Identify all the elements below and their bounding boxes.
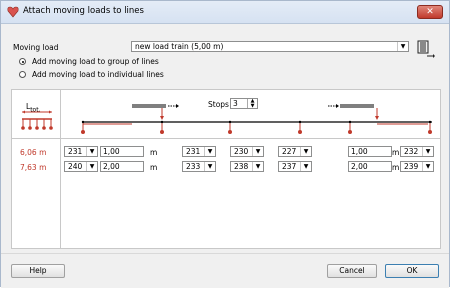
stops-spinner[interactable]: 3 ▲ ▼ — [230, 98, 258, 109]
row-length: 7,63 m — [20, 163, 47, 172]
header-divider — [12, 138, 440, 139]
end-node-select[interactable]: 232 ▼ — [400, 146, 434, 157]
row-length: 6,06 m — [20, 148, 47, 157]
unit-label: m — [150, 148, 158, 157]
chevron-down-icon[interactable]: ▼ — [422, 162, 433, 171]
unit-label: m — [392, 163, 400, 172]
start-node-select[interactable]: 240 ▼ — [64, 161, 98, 172]
moving-load-value: new load train (5,00 m) — [135, 42, 224, 51]
stops-label: Stops — [208, 100, 229, 109]
group-radio[interactable] — [19, 58, 26, 65]
chevron-down-icon[interactable]: ▼ — [252, 147, 263, 156]
unit-label: m — [150, 163, 158, 172]
heart-app-icon — [7, 6, 19, 18]
end-offset-input[interactable]: 2,00 — [348, 161, 392, 172]
lines-panel: Ltot. Stops 3 ▲ ▼ 6,06 m 231 ▼ 1,00 m 23… — [11, 89, 441, 249]
dialog-window: Attach moving loads to lines ✕ Moving lo… — [0, 0, 450, 288]
end-node-select[interactable]: 239 ▼ — [400, 161, 434, 172]
button-bar: Help Cancel OK — [1, 253, 449, 288]
ltot-symbol-icon — [21, 110, 53, 130]
chevron-down-icon[interactable]: ▼ — [397, 42, 408, 51]
node-select[interactable]: 231 ▼ — [182, 146, 216, 157]
load-train-icon[interactable] — [415, 39, 435, 59]
individual-option-label: Add moving load to individual lines — [32, 70, 164, 79]
chevron-down-icon[interactable]: ▼ — [300, 162, 311, 171]
moving-load-select[interactable]: new load train (5,00 m) ▼ — [131, 41, 409, 52]
spin-updown-icon[interactable]: ▲ ▼ — [247, 99, 257, 108]
cancel-button[interactable]: Cancel — [327, 264, 377, 278]
stops-value: 3 — [233, 99, 238, 108]
individual-radio[interactable] — [19, 71, 26, 78]
chevron-down-icon[interactable]: ▼ — [252, 162, 263, 171]
window-title: Attach moving loads to lines — [23, 6, 144, 16]
chevron-down-icon[interactable]: ▼ — [204, 162, 215, 171]
node-select[interactable]: 238 ▼ — [230, 161, 264, 172]
start-node-select[interactable]: 231 ▼ — [64, 146, 98, 157]
panel-divider — [60, 90, 61, 248]
help-button[interactable]: Help — [11, 264, 65, 278]
moving-load-label: Moving load — [13, 43, 59, 52]
node-select[interactable]: 230 ▼ — [230, 146, 264, 157]
chevron-down-icon[interactable]: ▼ — [86, 162, 97, 171]
node-select[interactable]: 237 ▼ — [278, 161, 312, 172]
ok-button[interactable]: OK — [385, 264, 439, 278]
node-select[interactable]: 227 ▼ — [278, 146, 312, 157]
chevron-down-icon[interactable]: ▼ — [300, 147, 311, 156]
start-offset-input[interactable]: 1,00 — [100, 146, 144, 157]
chevron-down-icon[interactable]: ▼ — [422, 147, 433, 156]
start-offset-input[interactable]: 2,00 — [100, 161, 144, 172]
unit-label: m — [392, 148, 400, 157]
group-option-label: Add moving load to group of lines — [32, 57, 159, 66]
end-offset-input[interactable]: 1,00 — [348, 146, 392, 157]
node-select[interactable]: 233 ▼ — [182, 161, 216, 172]
chevron-down-icon[interactable]: ▼ — [86, 147, 97, 156]
title-bar: Attach moving loads to lines ✕ — [1, 1, 449, 24]
close-button[interactable]: ✕ — [417, 5, 443, 19]
chevron-down-icon[interactable]: ▼ — [204, 147, 215, 156]
